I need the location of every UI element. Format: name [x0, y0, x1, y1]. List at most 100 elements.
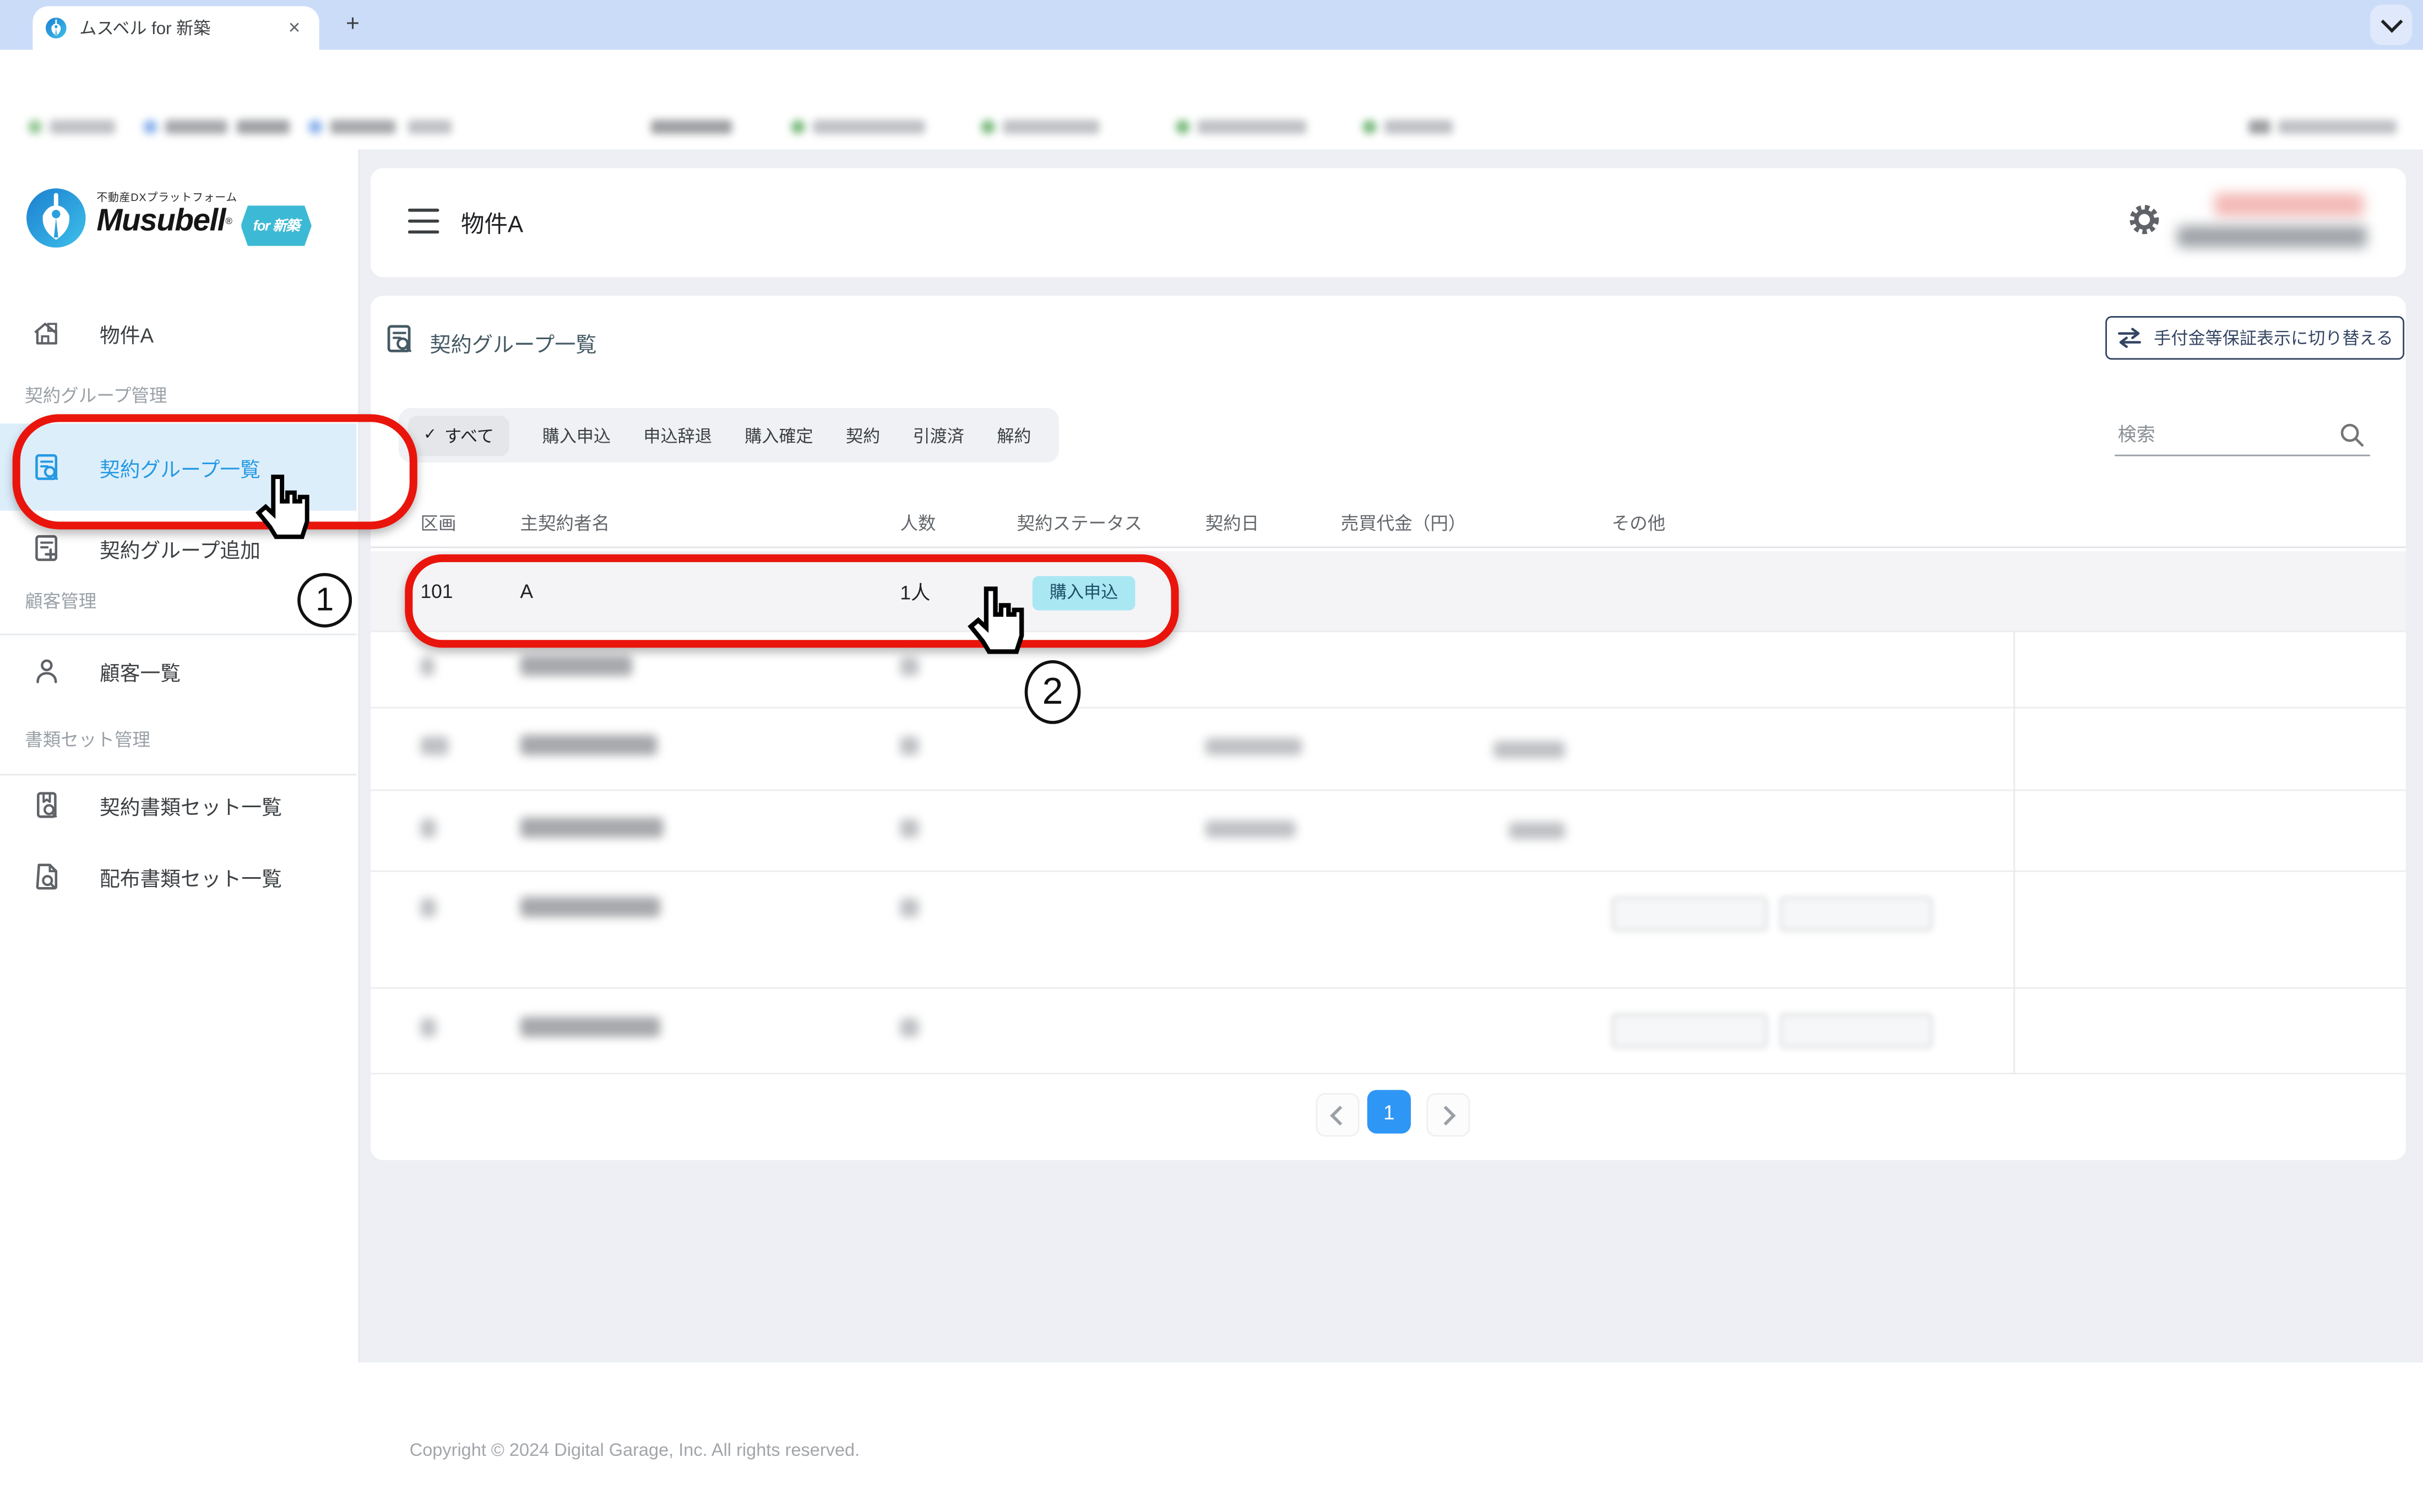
sidebar-item-property[interactable]: 物件A	[0, 299, 357, 367]
annotation-sidebar-highlight	[13, 414, 417, 529]
tab-close-icon[interactable]: ×	[282, 15, 307, 40]
bookmark-item[interactable]	[791, 118, 925, 135]
col-header-count: 人数	[888, 510, 1004, 535]
bookmark-item[interactable]	[651, 118, 732, 135]
logo-badge: for 新築	[241, 205, 312, 246]
content-card: 契約グループ一覧 手付金等保証表示に切り替える ✓ すべて 購入申込 申込辞退 …	[371, 296, 2406, 1160]
annotation-step-2: 2	[1025, 660, 1081, 724]
table-row-blurred[interactable]	[371, 872, 2406, 989]
sidebar-section-contract-group: 契約グループ管理	[25, 383, 167, 408]
other-chip-blurred	[1780, 897, 1932, 931]
pagination-page-1[interactable]: 1	[1367, 1090, 1411, 1133]
pagination-next-button[interactable]	[1426, 1093, 1470, 1136]
browser-tab[interactable]: ムスベル for 新築 ×	[32, 6, 319, 50]
swap-arrows-icon	[2116, 327, 2143, 349]
musubell-logo: 不動産DXプラットフォーム Musubell ® for 新築	[25, 184, 336, 252]
browser-toolbar: •••	[0, 50, 2423, 104]
new-tab-button[interactable]: +	[339, 13, 366, 39]
button-label: 手付金等保証表示に切り替える	[2154, 325, 2393, 350]
bookmark-item[interactable]	[237, 118, 290, 135]
file-search-icon	[31, 861, 63, 893]
browser-tab-strip: ムスベル for 新築 × +	[0, 0, 2423, 50]
pen-nib-icon	[25, 187, 87, 249]
col-header-section: 区画	[421, 510, 520, 535]
filter-tab-all[interactable]: ✓ すべて	[408, 415, 509, 456]
table-row-blurred[interactable]	[371, 709, 2406, 791]
chevron-down-icon	[2380, 11, 2402, 33]
col-header-date: 契約日	[1193, 510, 1328, 535]
bookmark-item[interactable]	[408, 118, 452, 135]
filter-tab-application-withdrawn[interactable]: 申込辞退	[643, 423, 711, 448]
bookmark-item[interactable]	[28, 118, 115, 135]
annotation-step-1: 1	[297, 573, 352, 628]
check-icon: ✓	[423, 427, 437, 444]
table-row-blurred[interactable]	[371, 791, 2406, 872]
person-icon	[31, 656, 63, 687]
bookmark-folder-all[interactable]	[2248, 118, 2397, 135]
sidebar-divider	[0, 634, 357, 635]
hand-cursor	[958, 581, 1026, 671]
search-field[interactable]	[2115, 414, 2370, 456]
sidebar-item-distribution-doc-set-list[interactable]: 配布書類セット一覧	[0, 842, 357, 911]
filter-tab-contract[interactable]: 契約	[846, 423, 880, 448]
hand-cursor	[246, 470, 312, 554]
document-plus-icon	[31, 532, 63, 564]
sidebar: 不動産DXプラットフォーム Musubell ® for 新築 物件A 契約グル…	[0, 149, 360, 1362]
other-chip-blurred	[1612, 897, 1768, 931]
card-title: 契約グループ一覧	[430, 327, 596, 358]
logo-reg-mark: ®	[225, 207, 231, 238]
sidebar-item-customer-list[interactable]: 顧客一覧	[0, 637, 357, 705]
sidebar-item-label: 配布書類セット一覧	[100, 862, 282, 891]
other-chip-blurred	[1612, 1014, 1768, 1048]
filter-tab-cancelled[interactable]: 解約	[997, 423, 1031, 448]
sidebar-item-contract-doc-set-list[interactable]: 契約書類セット一覧	[0, 771, 357, 839]
tab-favicon-musubell-icon	[45, 17, 67, 39]
bookmark-item[interactable]	[143, 118, 227, 135]
toggle-deposit-guarantee-button[interactable]: 手付金等保証表示に切り替える	[2105, 316, 2404, 360]
menu-icon[interactable]	[408, 209, 439, 233]
bookmark-item[interactable]	[308, 118, 395, 135]
user-role-blurred	[2177, 226, 2367, 248]
pagination-prev-button[interactable]	[1316, 1093, 1359, 1136]
tab-search-button[interactable]	[2370, 4, 2412, 45]
bookmark-item[interactable]	[981, 118, 1100, 135]
table-column-divider	[2013, 632, 2015, 1074]
tab-title: ムスベル for 新築	[79, 15, 282, 40]
sidebar-item-label: 物件A	[100, 318, 154, 348]
filter-tab-purchase-application[interactable]: 購入申込	[542, 423, 611, 448]
col-header-name: 主契約者名	[520, 510, 887, 535]
sidebar-section-doc-set: 書類セット管理	[25, 727, 150, 752]
annotation-row-highlight	[405, 554, 1178, 648]
table-header-row: 区画 主契約者名 人数 契約ステータス 契約日 売買代金（円） その他	[371, 498, 2406, 548]
app-header: 物件A	[371, 168, 2406, 277]
filter-label: すべて	[444, 423, 494, 448]
logo-brand: Musubell	[96, 205, 225, 237]
col-header-status: 契約ステータス	[1004, 510, 1193, 535]
page-footer: Copyright © 2024 Digital Garage, Inc. Al…	[358, 1411, 2423, 1512]
sidebar-item-label: 契約グループ追加	[100, 534, 260, 563]
gear-icon[interactable]	[2127, 203, 2161, 237]
bookmark-item[interactable]	[1362, 118, 1453, 135]
filter-tab-delivered[interactable]: 引渡済	[913, 423, 964, 448]
table-row-blurred[interactable]	[371, 989, 2406, 1075]
chevron-right-icon	[1436, 1105, 1456, 1125]
col-header-price: 売買代金（円）	[1328, 510, 1590, 535]
document-search-icon	[383, 322, 416, 355]
sidebar-item-label: 契約書類セット一覧	[100, 790, 282, 820]
filter-tab-purchase-confirmed[interactable]: 購入確定	[745, 423, 813, 448]
chevron-left-icon	[1330, 1105, 1350, 1125]
search-icon	[2339, 421, 2365, 448]
sidebar-section-customer: 顧客管理	[25, 589, 96, 613]
bookmarks-bar	[0, 104, 2423, 151]
search-input[interactable]	[2115, 422, 2339, 447]
book-search-icon	[31, 790, 63, 821]
screen: ムスベル for 新築 × + •••	[0, 0, 2423, 1362]
page-title: 物件A	[461, 207, 523, 240]
sidebar-item-label: 顧客一覧	[100, 656, 181, 686]
col-header-other: その他	[1590, 510, 2406, 535]
bookmark-item[interactable]	[1176, 118, 1307, 135]
user-name-blurred	[2214, 193, 2364, 216]
app-area: 不動産DXプラットフォーム Musubell ® for 新築 物件A 契約グル…	[0, 149, 2423, 1362]
logo-tagline: 不動産DXプラットフォーム	[96, 190, 312, 205]
status-filter-tabs: ✓ すべて 購入申込 申込辞退 購入確定 契約 引渡済 解約	[399, 408, 1059, 463]
